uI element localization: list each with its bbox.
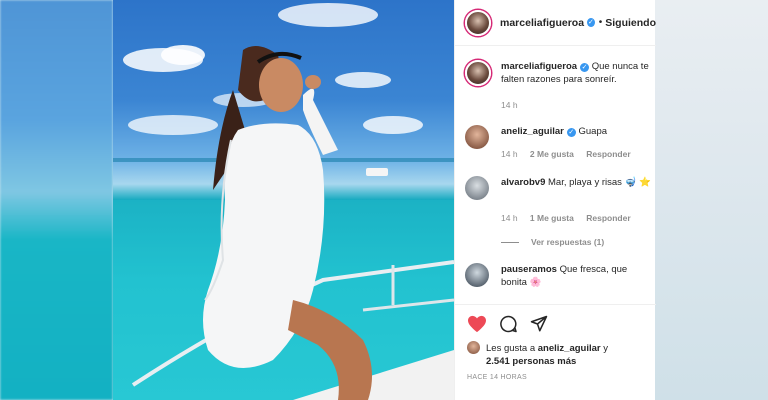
comment-username[interactable]: pauseramos — [501, 264, 557, 275]
view-replies-button[interactable]: Ver respuestas (1) — [501, 237, 604, 247]
comment-text: Guapa — [578, 126, 608, 137]
post-photo[interactable] — [113, 0, 454, 400]
comment-body: alvarobv9 Mar, playa y risas 🤿 ⭐ — [501, 176, 651, 189]
verified-icon: ✓ — [566, 128, 576, 137]
comment-likes[interactable]: 2 Me gusta — [530, 149, 574, 159]
separator-dot: • — [598, 17, 603, 28]
post-timestamp: HACE 14 HORAS — [467, 374, 527, 381]
caption-author-avatar[interactable] — [465, 60, 491, 86]
comment-username[interactable]: aneliz_aguilar — [501, 126, 564, 137]
comment-meta: 14 h 1 Me gusta Responder — [501, 213, 641, 223]
commenter-avatar[interactable] — [465, 125, 489, 149]
liked-by-user[interactable]: aneliz_aguilar — [538, 343, 601, 354]
author-avatar[interactable] — [465, 9, 491, 36]
caption-meta: 14 h — [501, 100, 528, 110]
likes-summary: Les gusta a aneliz_aguilar y 2.541 perso… — [467, 341, 652, 368]
comment-meta: 14 h 2 Me gusta Responder — [501, 149, 641, 159]
view-replies-label: Ver respuestas (1) — [531, 237, 605, 247]
post-header: marceliafigueroa ✓ • Siguiendo — [455, 0, 656, 46]
replies-divider-line — [501, 241, 519, 243]
caption-body: marceliafigueroa ✓ Que nunca te falten ra… — [501, 60, 651, 86]
caption-author[interactable]: marceliafigueroa — [501, 61, 577, 72]
comment-text: Mar, playa y risas 🤿 ⭐ — [548, 177, 651, 188]
share-icon[interactable] — [530, 315, 548, 333]
comment-likes[interactable]: 1 Me gusta — [530, 213, 574, 223]
liker-avatar[interactable] — [467, 341, 480, 354]
commenter-avatar[interactable] — [465, 176, 489, 200]
reply-button[interactable]: Responder — [586, 149, 630, 159]
action-icons — [467, 315, 548, 333]
comment-body: aneliz_aguilar ✓ Guapa — [501, 125, 651, 138]
post-photo-illustration — [113, 3, 454, 400]
caption-time: 14 h — [501, 100, 518, 110]
commenter-avatar[interactable] — [465, 263, 489, 287]
comment-body: pauseramos Que fresca, que bonita 🌸 — [501, 263, 651, 289]
comment-icon[interactable] — [499, 315, 518, 333]
heart-icon[interactable] — [467, 315, 487, 333]
verified-icon: ✓ — [587, 18, 595, 27]
author-username[interactable]: marceliafigueroa — [500, 17, 584, 29]
likes-count-link[interactable]: 2.541 personas más — [486, 356, 576, 367]
post-detail-panel: marceliafigueroa ✓ • Siguiendo marceliaf… — [454, 0, 656, 400]
liked-by-mid: y — [603, 343, 608, 354]
liked-by-prefix: Les gusta a — [486, 343, 536, 354]
verified-icon: ✓ — [580, 63, 590, 72]
blurred-backdrop-left — [0, 0, 113, 400]
reply-button[interactable]: Responder — [586, 213, 630, 223]
comments-list[interactable]: marceliafigueroa ✓ Que nunca te falten ra… — [455, 46, 656, 304]
post-actions: Les gusta a aneliz_aguilar y 2.541 perso… — [455, 304, 656, 400]
comment-username[interactable]: alvarobv9 — [501, 177, 545, 188]
follow-status-button[interactable]: Siguiendo — [605, 17, 656, 29]
blurred-backdrop-right — [655, 0, 768, 400]
comment-time: 14 h — [501, 213, 518, 223]
comment-time: 14 h — [501, 149, 518, 159]
